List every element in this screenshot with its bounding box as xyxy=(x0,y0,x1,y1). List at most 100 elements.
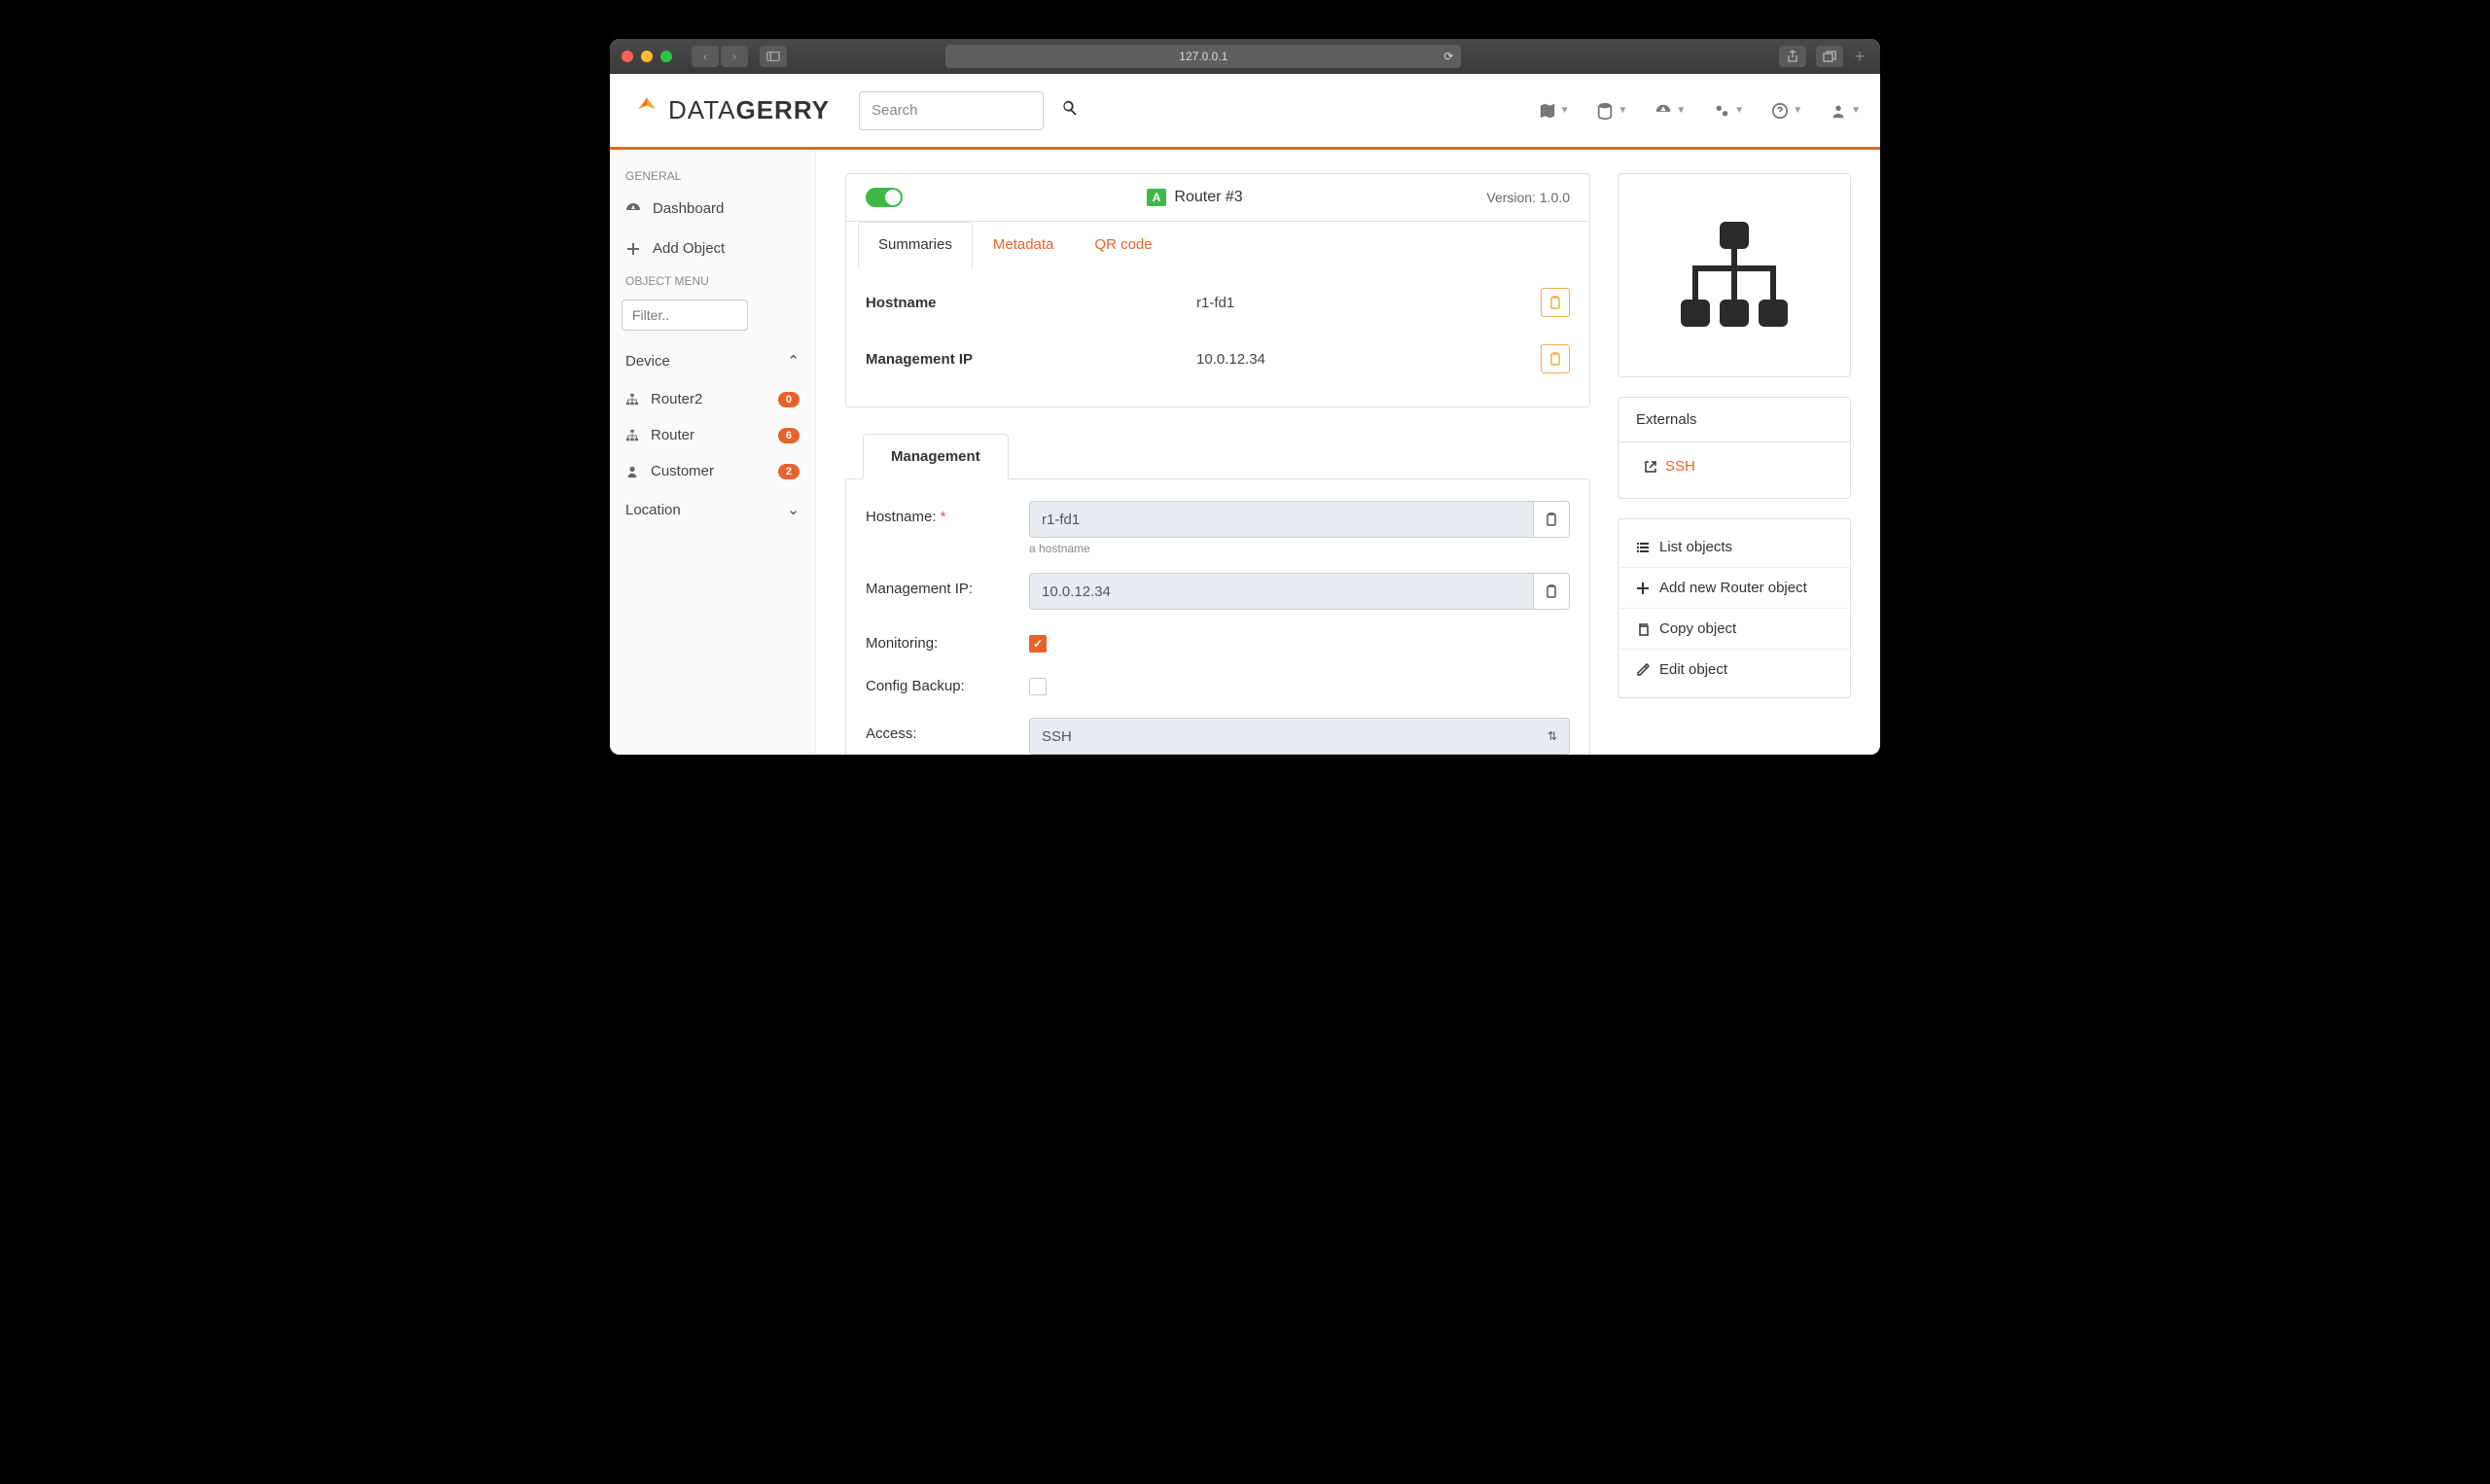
person-icon xyxy=(625,465,639,478)
action-list-objects[interactable]: List objects xyxy=(1618,527,1850,567)
sitemap-icon xyxy=(625,393,639,406)
back-button[interactable]: ‹ xyxy=(692,46,719,67)
sidebar-group-device[interactable]: Device ⌃ xyxy=(610,340,815,381)
logo-icon xyxy=(629,93,664,128)
copy-mgmtip-field-button[interactable] xyxy=(1533,573,1570,610)
url-bar[interactable]: 127.0.0.1 ⟳ xyxy=(945,45,1461,68)
externals-title: Externals xyxy=(1618,398,1850,442)
external-link-label: SSH xyxy=(1665,458,1695,475)
nav-user[interactable]: ▼ xyxy=(1830,102,1861,120)
action-copy-object[interactable]: Copy object xyxy=(1618,608,1850,649)
titlebar: ‹ › 127.0.0.1 ⟳ + xyxy=(610,39,1880,74)
url-text: 127.0.0.1 xyxy=(1179,50,1227,63)
sidebar-section-general: GENERAL xyxy=(610,163,815,189)
sidebar-group-label: Location xyxy=(625,502,681,518)
count-badge: 6 xyxy=(778,428,800,443)
tab-qr[interactable]: QR code xyxy=(1074,222,1172,266)
search-button[interactable] xyxy=(1061,99,1079,122)
external-link-ssh[interactable]: SSH xyxy=(1644,458,1825,475)
nav-help[interactable]: ▼ xyxy=(1771,102,1802,120)
close-icon[interactable] xyxy=(622,51,633,62)
sidebar-toggle-button[interactable] xyxy=(760,46,787,67)
form-label-config-backup: Config Backup: xyxy=(866,670,1029,694)
summary-value: 10.0.12.34 xyxy=(1196,351,1541,368)
reload-icon[interactable]: ⟳ xyxy=(1443,50,1453,63)
nav-dashboard[interactable]: ▼ xyxy=(1654,102,1686,120)
list-icon xyxy=(1636,541,1650,554)
sidebar-item-router2[interactable]: Router2 0 xyxy=(610,381,815,417)
access-select[interactable]: SSH ⇅ xyxy=(1029,718,1570,755)
sidebar: GENERAL Dashboard Add Object OBJECT MENU… xyxy=(610,150,816,755)
traffic-lights xyxy=(622,51,672,62)
logo-text: DATAGERRY xyxy=(668,95,830,125)
sitemap-icon xyxy=(625,429,639,442)
sidebar-group-label: Device xyxy=(625,353,670,370)
plus-icon xyxy=(1636,582,1650,595)
help-icon xyxy=(1771,102,1789,120)
type-icon-card xyxy=(1618,173,1851,377)
tabs-button[interactable] xyxy=(1816,46,1843,67)
object-version: Version: 1.0.0 xyxy=(1486,190,1570,205)
edit-icon xyxy=(1636,663,1650,677)
nav-buttons: ‹ › xyxy=(692,46,748,67)
copy-hostname-field-button[interactable] xyxy=(1533,501,1570,538)
share-button[interactable] xyxy=(1779,46,1806,67)
minimize-icon[interactable] xyxy=(641,51,653,62)
management-tab[interactable]: Management xyxy=(863,434,1009,479)
app-header: DATAGERRY ▼ ▼ ▼ ▼ ▼ ▼ xyxy=(610,74,1880,150)
management-card: Management Hostname: * xyxy=(845,433,1590,755)
sidebar-item-dashboard[interactable]: Dashboard xyxy=(610,189,815,229)
sidebar-filter-input[interactable] xyxy=(622,300,748,331)
search-input[interactable] xyxy=(859,91,1044,130)
object-tabs: Summaries Metadata QR code xyxy=(846,222,1589,266)
sidebar-item-label: Add Object xyxy=(653,240,725,257)
copy-mgmtip-button[interactable] xyxy=(1541,344,1570,373)
clipboard-icon xyxy=(1546,584,1557,598)
sidebar-item-label: Customer xyxy=(651,463,714,479)
sidebar-section-object: OBJECT MENU xyxy=(610,268,815,294)
monitoring-checkbox[interactable] xyxy=(1029,635,1047,653)
active-badge: A xyxy=(1147,189,1167,206)
copy-hostname-button[interactable] xyxy=(1541,288,1570,317)
sidebar-group-location[interactable]: Location ⌄ xyxy=(610,489,815,530)
nav-database[interactable]: ▼ xyxy=(1596,102,1627,120)
hostname-input[interactable] xyxy=(1029,501,1533,538)
action-label: List objects xyxy=(1659,539,1732,555)
nav-map[interactable]: ▼ xyxy=(1539,102,1570,120)
object-title: Router #3 xyxy=(1174,189,1242,206)
tab-summaries[interactable]: Summaries xyxy=(858,222,973,267)
form-label-hostname: Hostname: * xyxy=(866,501,1029,525)
copy-icon xyxy=(1636,622,1650,636)
tab-metadata[interactable]: Metadata xyxy=(973,222,1075,266)
nav-settings[interactable]: ▼ xyxy=(1713,102,1744,120)
main-content: A Router #3 Version: 1.0.0 Summaries Met… xyxy=(816,150,1880,755)
top-nav: ▼ ▼ ▼ ▼ ▼ ▼ xyxy=(1539,102,1861,120)
clipboard-icon xyxy=(1546,512,1557,526)
config-backup-checkbox[interactable] xyxy=(1029,678,1047,695)
action-edit-object[interactable]: Edit object xyxy=(1618,649,1850,689)
gears-icon xyxy=(1713,102,1730,120)
new-tab-button[interactable]: + xyxy=(1851,48,1868,65)
hostname-help: a hostname xyxy=(1029,542,1570,555)
dashboard-icon xyxy=(625,201,641,217)
sidebar-item-label: Router2 xyxy=(651,391,702,407)
summary-label: Management IP xyxy=(866,351,1196,368)
sidebar-item-add-object[interactable]: Add Object xyxy=(610,229,815,268)
browser-window: ‹ › 127.0.0.1 ⟳ + DATAGERRY xyxy=(610,39,1880,755)
form-label-monitoring: Monitoring: xyxy=(866,627,1029,652)
access-value: SSH xyxy=(1042,728,1072,745)
object-card: A Router #3 Version: 1.0.0 Summaries Met… xyxy=(845,173,1590,407)
count-badge: 2 xyxy=(778,464,800,479)
sidebar-item-customer[interactable]: Customer 2 xyxy=(610,453,815,489)
maximize-icon[interactable] xyxy=(660,51,672,62)
chevron-down-icon: ⌄ xyxy=(787,501,800,518)
gauge-icon xyxy=(1654,102,1672,120)
plus-icon xyxy=(625,241,641,257)
sidebar-item-router[interactable]: Router 6 xyxy=(610,417,815,453)
action-add-object[interactable]: Add new Router object xyxy=(1618,567,1850,608)
active-toggle[interactable] xyxy=(866,188,903,207)
logo[interactable]: DATAGERRY xyxy=(629,93,830,128)
mgmtip-input[interactable] xyxy=(1029,573,1533,610)
sidebar-item-label: Router xyxy=(651,427,694,443)
forward-button[interactable]: › xyxy=(721,46,748,67)
